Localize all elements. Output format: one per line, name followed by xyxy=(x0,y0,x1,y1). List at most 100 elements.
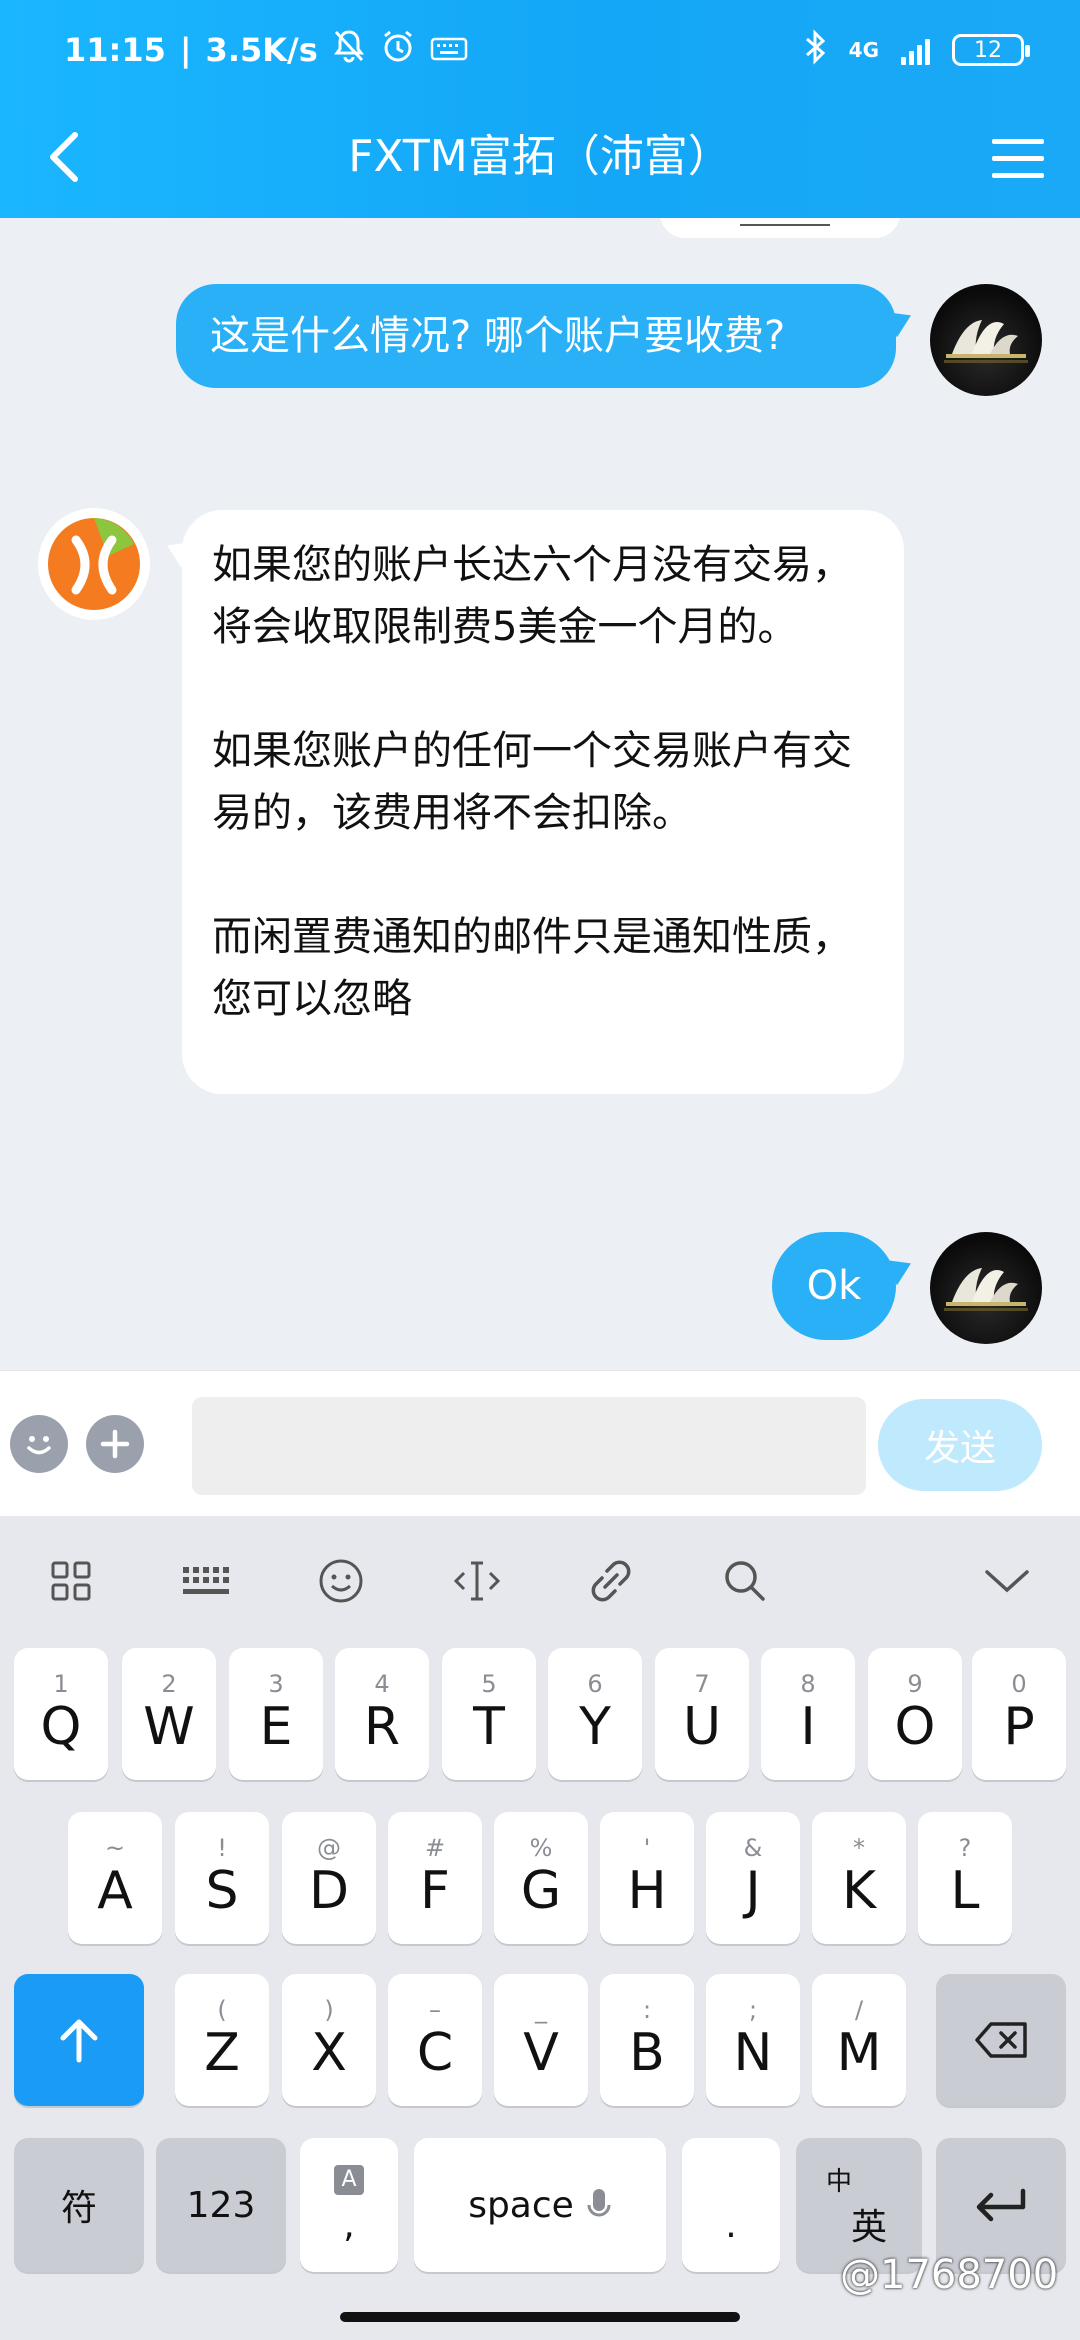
menu-button[interactable] xyxy=(982,122,1054,194)
back-button[interactable] xyxy=(30,122,100,192)
key-x[interactable]: ) X xyxy=(282,1974,376,2106)
key-main: A xyxy=(97,1861,133,1921)
header: 11:15 | 3.5K/s 4G 12 FXTM富拓（沛富） xyxy=(0,0,1080,218)
menu-icon-line xyxy=(992,138,1044,144)
key-b[interactable]: :B xyxy=(600,1974,694,2106)
key-p[interactable]: 0P xyxy=(972,1648,1066,1780)
key-sub: 5 xyxy=(481,1670,497,1698)
numbers-key[interactable]: 123 xyxy=(156,2138,286,2272)
message-paragraph: 如果您账户的任何一个交易账户有交易的，该费用将不会扣除。 xyxy=(212,728,852,836)
plus-button[interactable] xyxy=(86,1415,144,1473)
cursor-icon[interactable] xyxy=(444,1548,510,1614)
message-input[interactable] xyxy=(192,1397,866,1495)
key-l[interactable]: ? L xyxy=(918,1812,1012,1944)
key-sub: @ xyxy=(317,1834,341,1862)
key-main: S xyxy=(205,1861,239,1921)
bluetooth-icon xyxy=(803,28,827,72)
key-main: N xyxy=(733,2023,773,2083)
grid-icon[interactable] xyxy=(38,1548,104,1614)
key-sub: 2 xyxy=(161,1670,177,1698)
keyboard-switch-icon[interactable] xyxy=(172,1548,238,1614)
alarm-icon xyxy=(380,28,416,72)
user-avatar[interactable] xyxy=(930,1232,1042,1344)
key-sub: 4 xyxy=(374,1670,390,1698)
key-o[interactable]: 9O xyxy=(868,1648,962,1780)
status-bar: 11:15 | 3.5K/s 4G 12 xyxy=(0,0,1080,100)
keyboard-toolbar xyxy=(0,1516,1080,1646)
status-divider: | xyxy=(179,31,192,69)
message-text: Ok xyxy=(806,1263,862,1309)
key-sub: : xyxy=(642,1996,652,2024)
key-main: W xyxy=(143,1697,195,1757)
user-avatar[interactable] xyxy=(930,284,1042,396)
menu-icon-line xyxy=(992,155,1044,161)
key-main: I xyxy=(800,1697,816,1757)
chevron-down-icon[interactable] xyxy=(974,1548,1040,1614)
emoji-icon[interactable] xyxy=(308,1548,374,1614)
key-sub: _ xyxy=(535,1996,547,2024)
home-indicator[interactable] xyxy=(340,2312,740,2322)
search-icon[interactable] xyxy=(712,1548,778,1614)
chat-area[interactable]: 这是什么情况? 哪个账户要收费? 如果您的账户长达六个月没有交易，将会收取限制费… xyxy=(0,218,1080,1370)
microphone-icon xyxy=(587,2189,611,2217)
message-paragraph: 如果您的账户长达六个月没有交易，将会收取限制费5美金一个月的。 xyxy=(212,542,852,650)
key-w[interactable]: 2W xyxy=(122,1648,216,1780)
key-sub: ) xyxy=(324,1996,334,2024)
key-sub: & xyxy=(743,1834,763,1862)
key-r[interactable]: 4R xyxy=(335,1648,429,1780)
backspace-icon xyxy=(975,2022,1027,2058)
key-d[interactable]: @ D xyxy=(282,1812,376,1944)
key-sub: ? xyxy=(958,1834,972,1862)
space-key[interactable]: space xyxy=(414,2138,666,2272)
key-c[interactable]: – C xyxy=(388,1974,482,2106)
key-m[interactable]: / M xyxy=(812,1974,906,2106)
key-i[interactable]: 8I xyxy=(761,1648,855,1780)
backspace-key[interactable] xyxy=(936,1974,1066,2106)
send-button[interactable]: 发送 xyxy=(878,1399,1042,1491)
status-net-speed: 3.5K/s xyxy=(205,31,318,69)
key-g[interactable]: % G xyxy=(494,1812,588,1944)
key-j[interactable]: & J xyxy=(706,1812,800,1944)
fxtm-logo-icon xyxy=(48,518,140,610)
shift-key[interactable] xyxy=(14,1974,144,2106)
key-sub: ~ xyxy=(104,1834,126,1862)
key-main: Y xyxy=(579,1697,611,1757)
key-n[interactable]: ; N xyxy=(706,1974,800,2106)
incoming-message-bubble[interactable]: 如果您的账户长达六个月没有交易，将会收取限制费5美金一个月的。 如果您账户的任何… xyxy=(182,510,904,1094)
key-main: V xyxy=(523,2023,559,2083)
outgoing-message-bubble[interactable]: 这是什么情况? 哪个账户要收费? xyxy=(176,284,896,388)
agent-avatar[interactable] xyxy=(38,508,150,620)
bell-off-icon xyxy=(332,28,366,72)
key-y[interactable]: 6Y xyxy=(548,1648,642,1780)
key-sub: % xyxy=(529,1834,553,1862)
key-main: U xyxy=(682,1697,722,1757)
key-main: G xyxy=(520,1861,562,1921)
key-main: P xyxy=(1003,1697,1035,1757)
key-main: D xyxy=(308,1861,350,1921)
period-key[interactable]: . xyxy=(682,2138,780,2272)
key-s[interactable]: ! S xyxy=(175,1812,269,1944)
key-v[interactable]: _ V xyxy=(494,1974,588,2106)
keyboard-status-icon xyxy=(430,31,468,69)
key-main: M xyxy=(836,2023,882,2083)
comma-key[interactable]: A , xyxy=(300,2138,398,2272)
link-icon[interactable] xyxy=(578,1548,644,1614)
key-a[interactable]: ~ A xyxy=(68,1812,162,1944)
battery-icon: 12 xyxy=(952,34,1030,66)
previous-message-bubble xyxy=(660,218,900,238)
key-u[interactable]: 7U xyxy=(655,1648,749,1780)
key-h[interactable]: ' H xyxy=(600,1812,694,1944)
arrow-up-icon xyxy=(60,2019,98,2063)
status-right: 4G 12 xyxy=(803,28,1030,72)
outgoing-message-bubble[interactable]: Ok xyxy=(772,1232,896,1340)
symbols-key[interactable]: 符 xyxy=(14,2138,144,2272)
key-f[interactable]: # F xyxy=(388,1812,482,1944)
key-z[interactable]: (Z xyxy=(175,1974,269,2106)
key-q[interactable]: 1Q xyxy=(14,1648,108,1780)
key-k[interactable]: * K xyxy=(812,1812,906,1944)
keyboard: 1Q 2W 3E 4R 5T 6Y 7U 8I 9O 0P ~ A ! S @ D #… xyxy=(0,1516,1080,2340)
key-e[interactable]: 3E xyxy=(229,1648,323,1780)
key-t[interactable]: 5T xyxy=(442,1648,536,1780)
emoji-button[interactable] xyxy=(10,1415,68,1473)
key-main: O xyxy=(894,1697,936,1757)
